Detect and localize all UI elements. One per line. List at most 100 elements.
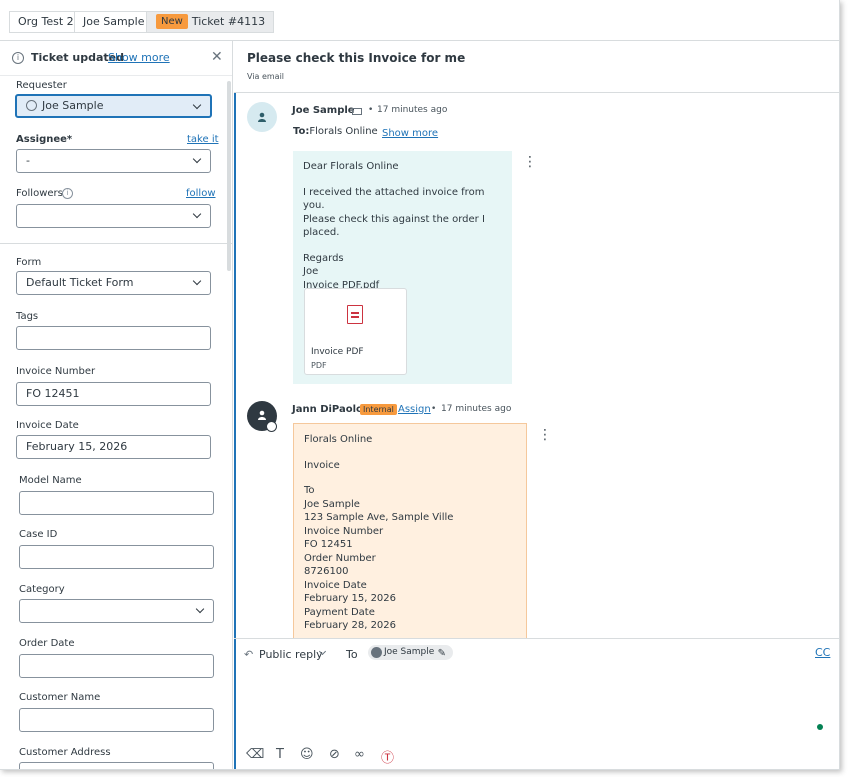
message-line: Order Number xyxy=(304,552,376,564)
reply-mode-select[interactable]: Public reply xyxy=(259,648,323,661)
message-time: 17 minutes ago xyxy=(377,105,448,115)
order-date-input[interactable] xyxy=(19,654,214,678)
message-time-separator: • xyxy=(368,105,374,115)
avatar[interactable] xyxy=(247,401,277,432)
text-format-icon[interactable]: T xyxy=(276,747,284,762)
tab-label: Joe Sample xyxy=(83,15,145,28)
mail-icon xyxy=(352,108,362,115)
assignee-value: - xyxy=(26,154,30,167)
customer-name-input[interactable] xyxy=(19,708,214,732)
pencil-icon[interactable]: ✎ xyxy=(438,646,446,661)
cc-link[interactable]: CC xyxy=(815,646,830,659)
more-options-icon[interactable]: ⋮ xyxy=(523,155,537,169)
update-notice: i Ticket updated Show more ✕ xyxy=(0,41,232,76)
avatar[interactable] xyxy=(247,102,277,132)
eraser-icon[interactable]: ⌫ xyxy=(246,747,264,762)
message-line: FO 12451 xyxy=(304,539,353,550)
pdf-file-icon xyxy=(347,305,363,324)
customer-address-input[interactable] xyxy=(19,762,214,769)
message-line: Payment Date xyxy=(304,606,375,618)
attachment-card[interactable]: Invoice PDF PDF xyxy=(304,288,407,375)
paperclip-icon[interactable]: ⊘ xyxy=(329,747,340,762)
status-badge: New xyxy=(156,14,188,29)
invoice-date-label: Invoice Date xyxy=(16,420,79,431)
assignee-select[interactable]: - xyxy=(16,149,211,173)
tab-label: Org Test 2 xyxy=(18,15,74,28)
followers-label: Followers xyxy=(16,188,63,199)
tags-input[interactable] xyxy=(16,326,211,350)
message-line: 123 Sample Ave, Sample Ville xyxy=(304,512,454,523)
more-options-icon[interactable]: ⋮ xyxy=(538,428,552,442)
chevron-down-icon xyxy=(192,154,202,164)
message-line: February 28, 2026 xyxy=(304,620,397,631)
invoice-number-input[interactable]: FO 12451 xyxy=(16,382,211,406)
chevron-down-icon xyxy=(195,604,205,614)
online-status-indicator xyxy=(817,724,823,730)
tab-bar: Org Test 2 Joe Sample New Ticket #4113 xyxy=(0,0,839,41)
section-divider xyxy=(0,243,232,244)
message-line: Dear Florals Online xyxy=(303,161,399,172)
agent-icon xyxy=(258,410,266,420)
form-select[interactable]: Default Ticket Form xyxy=(16,271,211,295)
tab-ticket[interactable]: New Ticket #4113 xyxy=(146,11,275,33)
macro-icon[interactable]: Ⓣ xyxy=(381,747,394,766)
tab-label: Ticket #4113 xyxy=(191,15,266,28)
message-line: Invoice Date xyxy=(304,579,367,591)
channel-label: Via email xyxy=(247,72,285,81)
message-body: Dear Florals Online I received the attac… xyxy=(293,151,512,384)
attachment-name: Invoice PDF xyxy=(311,347,364,357)
take-it-link[interactable]: take it xyxy=(187,134,219,145)
user-icon xyxy=(258,112,266,122)
invoice-date-input[interactable]: February 15, 2026 xyxy=(16,435,211,459)
invoice-number-value: FO 12451 xyxy=(26,387,80,400)
requester-select[interactable]: Joe Sample xyxy=(15,94,212,118)
message-line: Florals Online xyxy=(304,434,373,445)
requester-label: Requester xyxy=(16,80,67,91)
tab-org[interactable]: Org Test 2 xyxy=(9,11,83,33)
conversation-log[interactable]: Joe Sample • 17 minutes ago To:Florals O… xyxy=(234,92,839,638)
link-icon[interactable]: ∞ xyxy=(354,747,365,762)
reply-composer: ↶ Public reply To Joe Sample ✎ CC ⌫ T ☺ … xyxy=(234,638,839,769)
message-line: 8726100 xyxy=(304,566,349,577)
message-author[interactable]: Jann DiPaolo xyxy=(292,404,363,415)
assign-link[interactable]: Assign xyxy=(398,404,431,415)
to-value: Florals Online xyxy=(309,126,378,137)
message-time: 17 minutes ago xyxy=(441,404,512,414)
case-id-input[interactable] xyxy=(19,545,214,569)
ticket-properties-panel: i Ticket updated Show more ✕ Requester J… xyxy=(0,41,233,769)
follow-link[interactable]: follow xyxy=(186,188,216,199)
close-icon[interactable]: ✕ xyxy=(211,49,223,65)
invoice-date-value: February 15, 2026 xyxy=(26,440,128,453)
message-line: Invoice Number xyxy=(304,525,384,537)
model-name-input[interactable] xyxy=(19,491,214,515)
message-recipients: To:Florals Online xyxy=(293,126,378,137)
emoji-icon[interactable]: ☺ xyxy=(300,747,314,762)
show-more-link[interactable]: Show more xyxy=(382,128,438,139)
form-value: Default Ticket Form xyxy=(26,276,134,289)
message-author[interactable]: Joe Sample xyxy=(292,105,355,116)
headset-icon xyxy=(266,421,277,432)
followers-select[interactable] xyxy=(16,204,211,228)
message-line: Please check this against the order I pl… xyxy=(303,213,485,239)
app-window: Org Test 2 Joe Sample New Ticket #4113 i … xyxy=(0,0,840,770)
conversation-panel: Please check this Invoice for me Via ema… xyxy=(234,41,839,769)
show-more-link[interactable]: Show more xyxy=(108,51,170,64)
recipient-pill[interactable]: Joe Sample ✎ xyxy=(368,645,453,660)
category-select[interactable] xyxy=(19,599,214,623)
category-label: Category xyxy=(19,584,65,595)
customer-name-label: Customer Name xyxy=(19,692,101,703)
model-name-label: Model Name xyxy=(19,475,82,486)
internal-badge: Internal xyxy=(360,404,397,415)
message-line: Invoice xyxy=(304,459,340,471)
message-line: Joe Sample xyxy=(304,498,360,510)
ticket-subject: Please check this Invoice for me xyxy=(247,51,466,65)
internal-note-body: Florals Online Invoice To Joe Sample 123… xyxy=(293,423,527,638)
message-line: Joe xyxy=(303,266,319,277)
tab-user[interactable]: Joe Sample xyxy=(74,11,154,33)
chevron-down-icon xyxy=(192,100,202,110)
form-label: Form xyxy=(16,257,42,268)
user-icon xyxy=(26,100,37,111)
info-icon: i xyxy=(12,52,24,64)
info-icon[interactable]: i xyxy=(62,188,73,199)
message-line: I received the attached invoice from you… xyxy=(303,186,485,212)
